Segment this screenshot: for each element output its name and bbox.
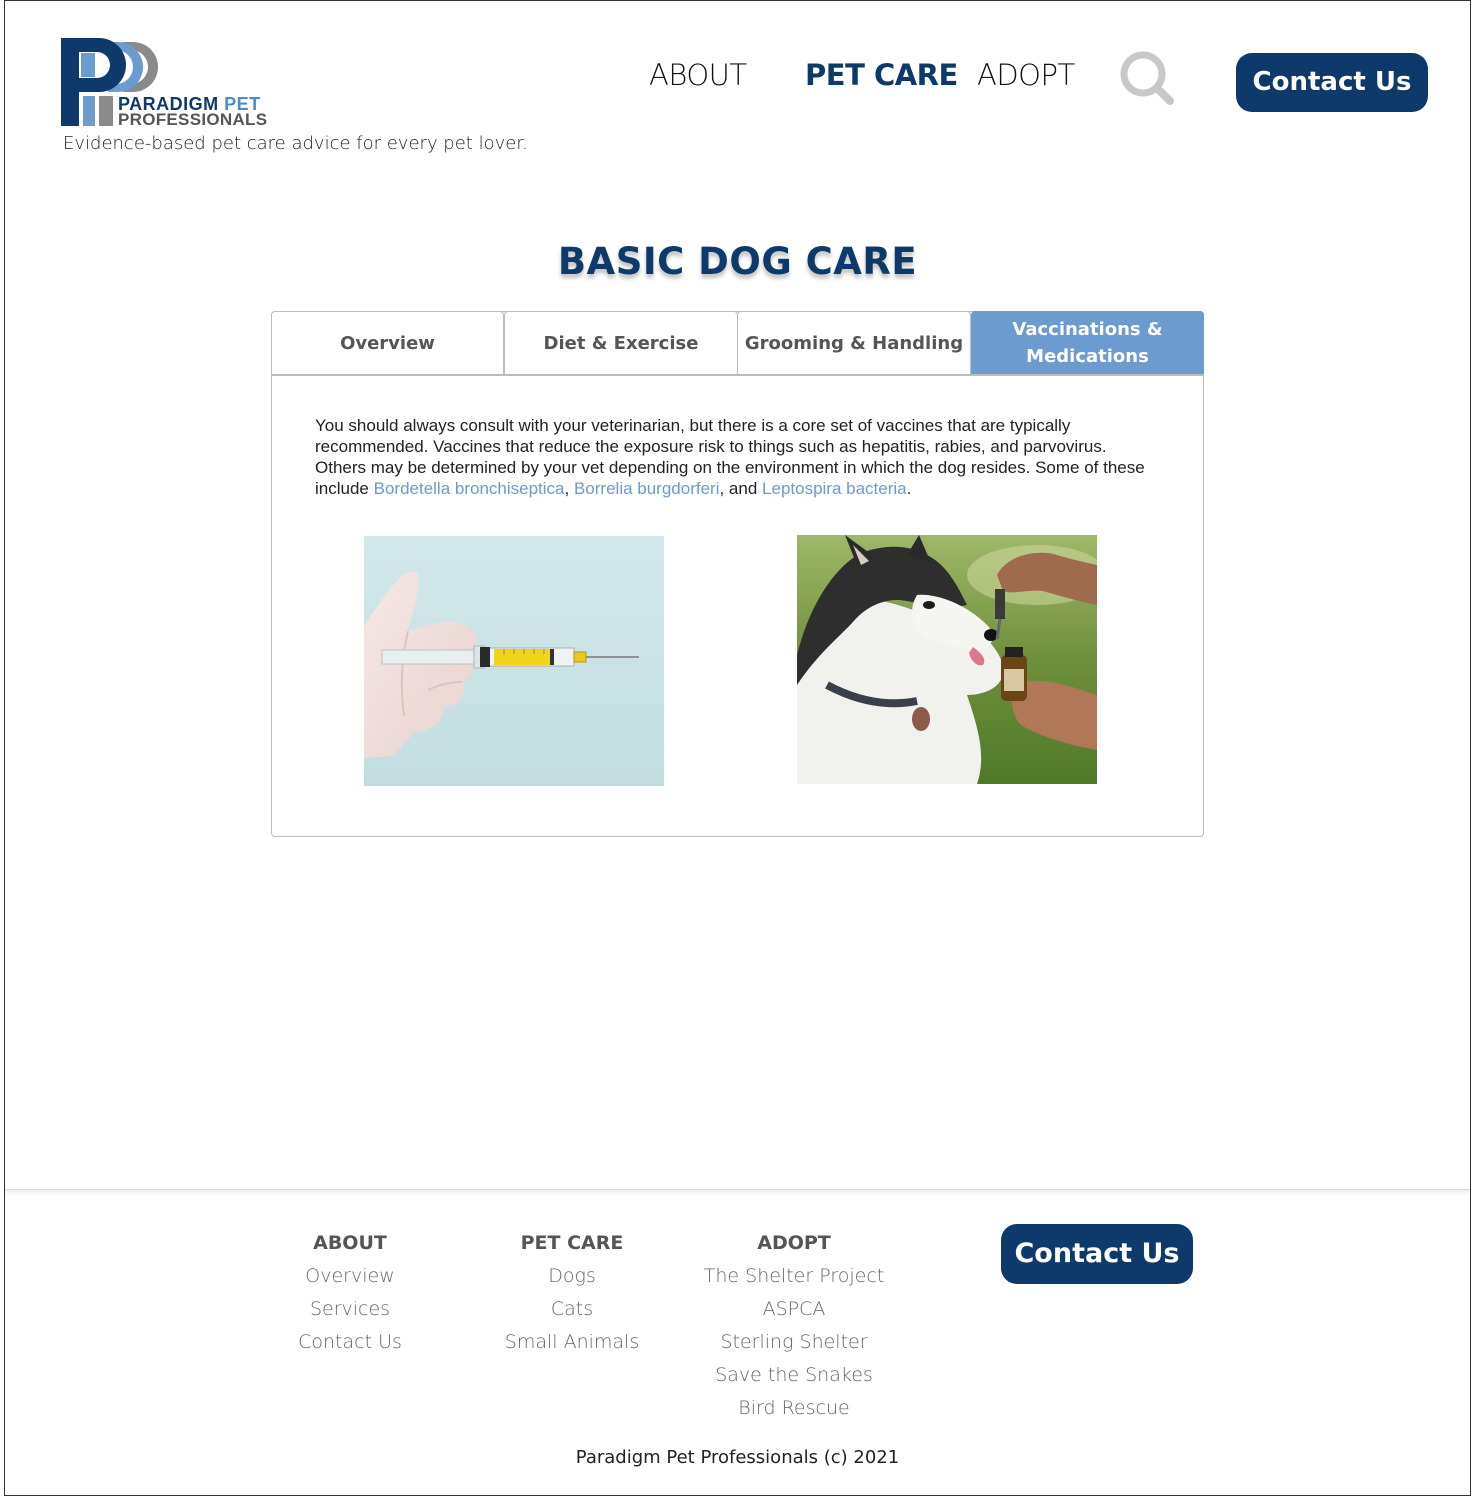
search-icon[interactable]	[1119, 50, 1175, 106]
content-period: .	[906, 479, 912, 498]
tab-divider	[271, 374, 1204, 376]
nav-pet-care[interactable]: PET CARE	[805, 58, 958, 92]
nav-about[interactable]: ABOUT	[649, 58, 747, 92]
contact-us-button[interactable]: Contact Us	[1236, 53, 1428, 112]
tab-label-line2: Medications	[1026, 346, 1149, 367]
footer-link-dogs[interactable]: Dogs	[462, 1263, 682, 1296]
footer-link-bird-rescue[interactable]: Bird Rescue	[684, 1395, 904, 1428]
content-separator: , and	[719, 479, 763, 498]
tab-overview[interactable]: Overview	[271, 311, 504, 375]
footer-heading-pet-care[interactable]: PET CARE	[462, 1230, 682, 1263]
footer-heading-adopt[interactable]: ADOPT	[684, 1230, 904, 1263]
footer-divider	[5, 1189, 1470, 1195]
footer-link-shelter-project[interactable]: The Shelter Project	[684, 1263, 904, 1296]
footer-column-adopt: ADOPT The Shelter Project ASPCA Sterling…	[684, 1230, 904, 1428]
nav-adopt[interactable]: ADOPT	[977, 58, 1075, 92]
footer-link-sterling-shelter[interactable]: Sterling Shelter	[684, 1329, 904, 1362]
link-bordetella[interactable]: Bordetella bronchiseptica	[374, 479, 565, 498]
tagline: Evidence-based pet care advice for every…	[63, 133, 528, 154]
tab-content-text: You should always consult with your vete…	[315, 415, 1160, 499]
link-borrelia[interactable]: Borrelia burgdorferi	[574, 479, 720, 498]
tab-diet-exercise[interactable]: Diet & Exercise	[504, 311, 738, 375]
logo-wordmark-line2: PROFESSIONALS	[118, 110, 268, 129]
footer-column-about: ABOUT Overview Services Contact Us	[240, 1230, 460, 1362]
footer-link-save-the-snakes[interactable]: Save the Snakes	[684, 1362, 904, 1395]
tab-grooming-handling[interactable]: Grooming & Handling	[737, 311, 971, 375]
footer-column-pet-care: PET CARE Dogs Cats Small Animals	[462, 1230, 682, 1362]
tab-label-line1: Vaccinations &	[1012, 319, 1163, 340]
footer-link-cats[interactable]: Cats	[462, 1296, 682, 1329]
footer-link-overview[interactable]: Overview	[240, 1263, 460, 1296]
content-separator: ,	[564, 479, 574, 498]
footer-link-aspca[interactable]: ASPCA	[684, 1296, 904, 1329]
tab-vaccinations-medications[interactable]: Vaccinations & Medications	[971, 311, 1204, 375]
footer-link-services[interactable]: Services	[240, 1296, 460, 1329]
footer-contact-us-button[interactable]: Contact Us	[1001, 1224, 1193, 1284]
link-leptospira[interactable]: Leptospira bacteria	[762, 479, 907, 498]
footer-link-contact-us[interactable]: Contact Us	[240, 1329, 460, 1362]
syringe-photo	[364, 536, 664, 786]
footer-link-small-animals[interactable]: Small Animals	[462, 1329, 682, 1362]
page-title: BASIC DOG CARE	[557, 240, 918, 283]
copyright: Paradigm Pet Professionals (c) 2021	[575, 1447, 900, 1468]
footer-heading-about[interactable]: ABOUT	[240, 1230, 460, 1263]
husky-dropper-photo	[797, 535, 1097, 784]
